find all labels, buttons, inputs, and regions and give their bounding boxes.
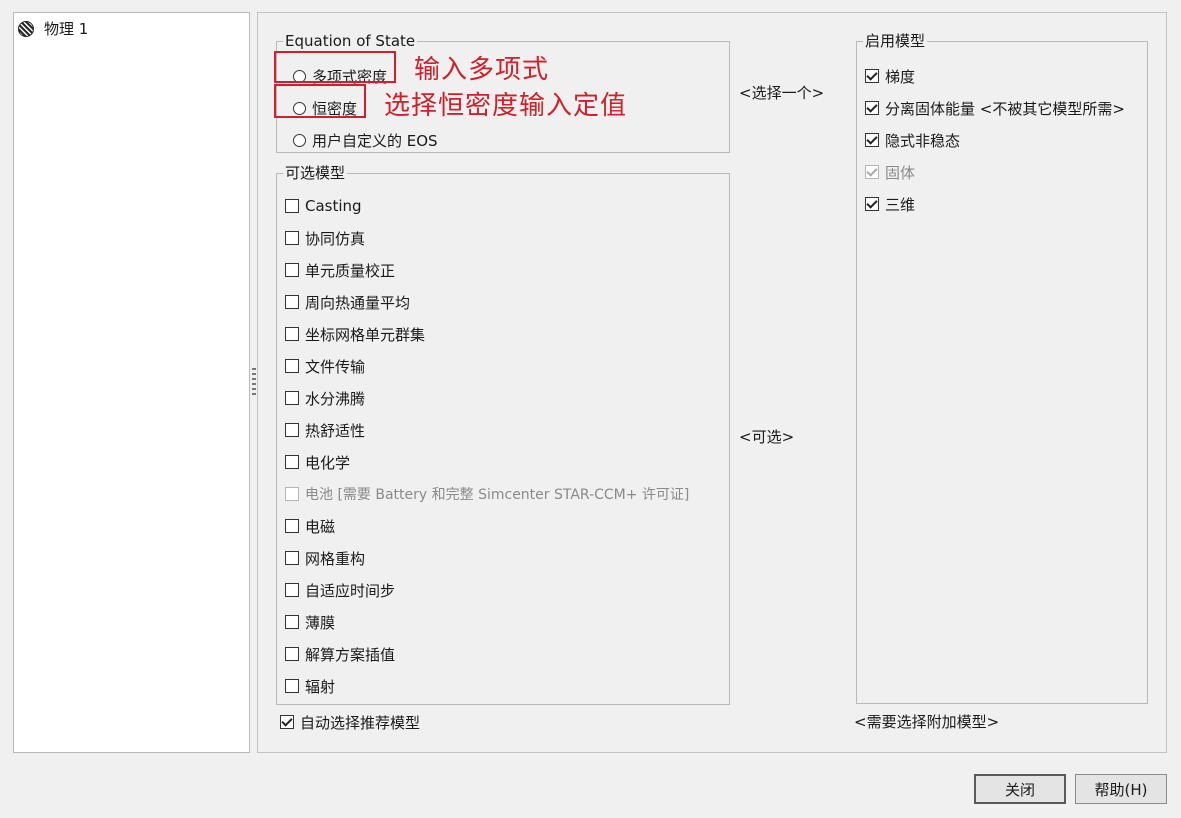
enabled-item-label: 固体 xyxy=(885,163,916,182)
auto-select-checkbox[interactable]: 自动选择推荐模型 xyxy=(280,711,420,733)
optional-item-label: 水分沸腾 xyxy=(305,389,366,408)
tree-node-physics[interactable]: 物理 1 xyxy=(18,18,88,39)
checkbox[interactable] xyxy=(285,455,299,469)
optional-item-moisture-boiling[interactable]: 水分沸腾 xyxy=(285,387,365,409)
checkbox[interactable] xyxy=(285,551,299,565)
eos-option-user-defined[interactable]: 用户自定义的 EOS xyxy=(293,129,438,151)
enabled-item-implicit-unsteady[interactable]: 隐式非稳态 xyxy=(865,129,960,151)
optional-item-label: 解算方案插值 xyxy=(305,645,396,664)
optional-models-group: 可选模型 Casting 协同仿真 单元质量校正 周向热通量平均 坐标网格单元群… xyxy=(276,165,730,705)
optional-item-electromagnetism[interactable]: 电磁 xyxy=(285,515,335,537)
enabled-item-three-dimensional[interactable]: 三维 xyxy=(865,193,915,215)
enabled-item-label: 梯度 xyxy=(885,67,916,86)
optional-item-label: 单元质量校正 xyxy=(305,261,396,280)
checkbox[interactable] xyxy=(285,359,299,373)
optional-item-radiation[interactable]: 辐射 xyxy=(285,675,335,697)
checkbox[interactable] xyxy=(865,197,879,211)
optional-item-label: 网格重构 xyxy=(305,549,366,568)
enabled-legend: 启用模型 xyxy=(865,32,926,50)
checkbox[interactable] xyxy=(285,615,299,629)
checkbox[interactable] xyxy=(285,583,299,597)
optional-item-solution-interpolation[interactable]: 解算方案插值 xyxy=(285,643,395,665)
optional-item-label: 电磁 xyxy=(305,517,336,536)
checkbox[interactable] xyxy=(285,231,299,245)
physics-tree-panel: 物理 1 xyxy=(13,12,250,753)
optional-item-label: 自适应时间步 xyxy=(305,581,396,600)
enabled-item-label: 分离固体能量 <不被其它模型所需> xyxy=(885,99,1125,118)
auto-select-label: 自动选择推荐模型 xyxy=(300,713,421,732)
optional-item-file-transfer[interactable]: 文件传输 xyxy=(285,355,365,377)
optional-item-remeshing[interactable]: 网格重构 xyxy=(285,547,365,569)
model-selection-panel: Equation of State 多项式密度 恒密度 用户自定义的 EOS 输… xyxy=(257,12,1167,753)
checkbox[interactable] xyxy=(865,69,879,83)
optional-item-electrochemistry[interactable]: 电化学 xyxy=(285,451,350,473)
physics-continuum-icon xyxy=(18,20,34,37)
help-button[interactable]: 帮助(H) xyxy=(1075,774,1167,804)
checkbox[interactable] xyxy=(285,647,299,661)
optional-item-cell-quality[interactable]: 单元质量校正 xyxy=(285,259,395,281)
enabled-item-label: 三维 xyxy=(885,195,916,214)
optional-legend: 可选模型 xyxy=(285,164,346,182)
highlight-box-constant xyxy=(274,84,366,118)
optional-item-casting[interactable]: Casting xyxy=(285,195,362,217)
enabled-item-gradients[interactable]: 梯度 xyxy=(865,65,915,87)
checkbox[interactable] xyxy=(280,715,294,729)
optional-item-label: 协同仿真 xyxy=(305,229,366,248)
checkbox[interactable] xyxy=(285,423,299,437)
optional-item-cosimulation[interactable]: 协同仿真 xyxy=(285,227,365,249)
enabled-item-solid: 固体 xyxy=(865,161,915,183)
optional-item-film[interactable]: 薄膜 xyxy=(285,611,335,633)
optional-item-label: 辐射 xyxy=(305,677,336,696)
checkbox xyxy=(865,165,879,179)
checkbox[interactable] xyxy=(285,519,299,533)
eos-option-label: 用户自定义的 EOS xyxy=(312,131,438,150)
annotation-polynomial: 输入多项式 xyxy=(414,55,550,85)
optional-item-adaptive-timestep[interactable]: 自适应时间步 xyxy=(285,579,395,601)
optional-item-label: 坐标网格单元群集 xyxy=(305,325,426,344)
radio-button[interactable] xyxy=(293,133,306,147)
checkbox[interactable] xyxy=(285,199,299,213)
enabled-models-group: 启用模型 梯度 分离固体能量 <不被其它模型所需> 隐式非稳态 固体 三维 xyxy=(856,33,1148,704)
checkbox[interactable] xyxy=(865,101,879,115)
checkbox[interactable] xyxy=(285,263,299,277)
highlight-box-polynomial xyxy=(274,51,396,83)
eos-legend: Equation of State xyxy=(285,32,416,50)
checkbox[interactable] xyxy=(285,295,299,309)
optional-item-label: Casting xyxy=(305,197,362,215)
annotation-constant: 选择恒密度输入定值 xyxy=(384,91,628,121)
checkbox xyxy=(285,487,299,501)
optional-item-label: 薄膜 xyxy=(305,613,336,632)
close-button[interactable]: 关闭 xyxy=(974,774,1066,804)
optional-item-label: 电池 [需要 Battery 和完整 Simcenter STAR-CCM+ 许… xyxy=(305,487,690,503)
checkbox[interactable] xyxy=(285,327,299,341)
checkbox[interactable] xyxy=(865,133,879,147)
optional-item-label: 周向热通量平均 xyxy=(305,293,411,312)
optional-item-thermal-comfort[interactable]: 热舒适性 xyxy=(285,419,365,441)
additional-models-hint: <需要选择附加模型> xyxy=(854,713,1000,731)
optional-item-grid-clustering[interactable]: 坐标网格单元群集 xyxy=(285,323,425,345)
select-one-hint: <选择一个> xyxy=(739,84,825,102)
optional-item-battery: 电池 [需要 Battery 和完整 Simcenter STAR-CCM+ 许… xyxy=(285,483,689,505)
optional-hint: <可选> xyxy=(739,428,795,446)
optional-item-label: 文件传输 xyxy=(305,357,366,376)
optional-item-label: 电化学 xyxy=(305,453,351,472)
enabled-item-label: 隐式非稳态 xyxy=(885,131,961,150)
tree-node-label: 物理 1 xyxy=(44,20,89,38)
checkbox[interactable] xyxy=(285,679,299,693)
optional-item-label: 热舒适性 xyxy=(305,421,366,440)
checkbox[interactable] xyxy=(285,391,299,405)
optional-item-circumferential-flux[interactable]: 周向热通量平均 xyxy=(285,291,410,313)
enabled-item-segregated-solid-energy[interactable]: 分离固体能量 <不被其它模型所需> xyxy=(865,97,1125,119)
splitter-handle[interactable] xyxy=(252,368,256,396)
